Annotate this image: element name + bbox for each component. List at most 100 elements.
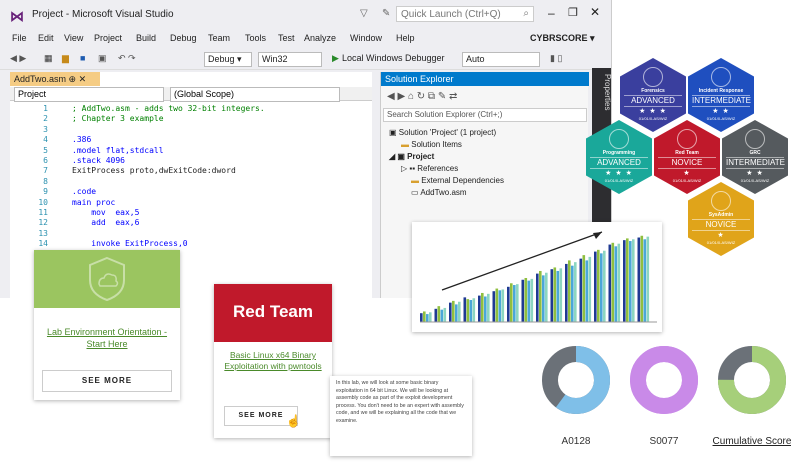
bar-s3-c12 — [603, 250, 606, 322]
badge-grc[interactable]: GRC INTERMEDIATE ★ ★ 01/01/0-AS/WIZ — [722, 120, 788, 194]
config-select[interactable]: Debug ▾ — [204, 52, 252, 67]
tree-solution-items[interactable]: ▬ Solution Items — [401, 140, 462, 149]
code-line: .stack 4096 — [72, 156, 125, 165]
tree-solution[interactable]: ▣ Solution 'Project' (1 project) — [389, 128, 496, 137]
global-scope-select[interactable]: (Global Scope) — [170, 87, 340, 102]
badge-level: INTERMEDIATE — [692, 95, 751, 107]
bar-s1-c12 — [597, 249, 600, 322]
badge-level: NOVICE — [692, 219, 750, 231]
tab-addtwo[interactable]: AddTwo.asm ⊕ ✕ — [10, 72, 100, 86]
toolbar-options-icon[interactable]: ▮ ▯ — [550, 53, 562, 64]
bar-s2-c12 — [600, 253, 603, 322]
bar-s0-c0 — [420, 313, 423, 322]
platform-select[interactable]: Win32 — [258, 52, 322, 67]
bar-s2-c14 — [629, 241, 632, 322]
bar-s0-c15 — [637, 237, 641, 322]
menu-test[interactable]: Test — [278, 33, 295, 43]
back-icon[interactable]: ◀ ▶ — [10, 53, 26, 64]
menu-help[interactable]: Help — [396, 33, 415, 43]
badge-date: 01/01/0-AS/WIZ — [706, 240, 736, 245]
badge-red-team[interactable]: Red Team NOVICE ★ 01/01/0-AS/WIZ — [654, 120, 720, 194]
bar-s1-c14 — [626, 238, 629, 322]
bar-s3-c0 — [429, 312, 432, 322]
lab-orientation-link[interactable]: Lab Environment Orientation - Start Here — [42, 326, 172, 350]
menu-analyze[interactable]: Analyze — [304, 33, 336, 43]
menu-build[interactable]: Build — [136, 33, 156, 43]
bar-s1-c1 — [437, 306, 441, 322]
bar-s3-c9 — [559, 268, 563, 322]
lab-see-more-button[interactable]: SEE MORE — [42, 370, 172, 392]
bar-s2-c2 — [455, 304, 458, 322]
badge-incident-response[interactable]: Incident Response INTERMEDIATE ★ ★ 01/01/0-… — [688, 58, 754, 132]
line-number: 6 — [43, 156, 48, 165]
badge-stars: ★ ★ — [746, 170, 764, 177]
bar-s1-c10 — [568, 260, 571, 322]
restore-icon[interactable]: ❐ — [568, 6, 578, 19]
tree-references[interactable]: ▷ ▪▪ References — [401, 164, 458, 173]
code-line: add eax,6 — [72, 218, 140, 228]
mode-select[interactable]: Auto — [462, 52, 540, 67]
editor-navbar: Project (Global Scope) — [10, 87, 372, 102]
menu-team[interactable]: Team — [208, 33, 230, 43]
mode-value: Auto — [466, 54, 485, 64]
close-icon[interactable]: ✕ — [590, 5, 600, 19]
menu-view[interactable]: View — [64, 33, 83, 43]
debugger-label[interactable]: Local Windows Debugger — [342, 53, 445, 63]
quick-launch-input[interactable]: Quick Launch (Ctrl+Q) ⌕ — [396, 6, 534, 22]
tree-addtwo-file[interactable]: ▭ AddTwo.asm — [411, 188, 467, 197]
new-project-icon[interactable]: ▦ — [44, 53, 53, 64]
bar-s3-c1 — [443, 307, 447, 322]
solution-explorer-toolbar[interactable]: ◀ ▶ ⌂ ↻ ⧉ ✎ ⇄ — [381, 87, 589, 107]
donut-fill — [630, 346, 698, 414]
save-all-icon[interactable]: ▣ — [98, 53, 107, 64]
start-icon[interactable]: ▶ — [332, 53, 339, 64]
badge-forensics[interactable]: Forensics ADVANCED ★ ★ ★ 01/01/0-AS/WIZ — [620, 58, 686, 132]
line-number: 5 — [43, 145, 48, 155]
undo-icon[interactable]: ↶ ↷ — [118, 53, 136, 64]
tree-solution-label: Solution 'Project' (1 project) — [398, 128, 497, 137]
open-icon[interactable]: ▆ — [62, 53, 69, 64]
bar-s3-c15 — [646, 236, 650, 322]
badge-level: ADVANCED — [624, 95, 682, 107]
menu-project[interactable]: Project — [94, 33, 122, 43]
menu-window[interactable]: Window — [350, 33, 382, 43]
donut-label[interactable]: Cumulative Score — [707, 436, 791, 447]
solution-search-input[interactable]: Search Solution Explorer (Ctrl+;) — [383, 108, 587, 122]
tree-project[interactable]: ◢ ▣ Project — [389, 152, 434, 161]
badge-date: 01/01/0-AS/WIZ — [740, 178, 770, 183]
bar-s0-c9 — [550, 269, 554, 322]
minimize-icon[interactable]: – — [548, 6, 555, 20]
menu-file[interactable]: File — [12, 33, 27, 43]
line-number: 2 — [43, 114, 48, 124]
menu-tools[interactable]: Tools — [245, 33, 266, 43]
badge-category: GRC — [749, 150, 761, 156]
bar-s2-c15 — [643, 239, 647, 322]
tree-addtwo-label: AddTwo.asm — [420, 188, 467, 197]
folder-icon: ▬ — [411, 176, 419, 185]
menu-debug[interactable]: Debug — [170, 33, 197, 43]
badge-sysadmin[interactable]: SysAdmin NOVICE ★ 01/01/0-AS/WIZ — [688, 182, 754, 256]
redteam-banner: Red Team — [214, 284, 332, 342]
menu-edit[interactable]: Edit — [38, 33, 54, 43]
badge-shield-icon — [711, 67, 731, 87]
bar-s0-c7 — [521, 279, 525, 322]
project-scope-select[interactable]: Project — [14, 87, 164, 102]
save-icon[interactable]: ■ — [80, 53, 85, 63]
code-line: .386 — [72, 135, 92, 145]
badge-category: SysAdmin — [708, 212, 734, 218]
bar-s0-c13 — [608, 244, 612, 322]
tree-solution-items-label: Solution Items — [411, 140, 462, 149]
badge-stars: ★ — [683, 170, 691, 177]
project-scope-value: Project — [18, 89, 47, 99]
user-account[interactable]: CYBRSCORE ▾ — [530, 33, 595, 44]
bar-s0-c5 — [492, 291, 496, 322]
tree-external-deps[interactable]: ▬ External Dependencies — [411, 176, 504, 185]
bar-s1-c2 — [452, 300, 455, 322]
line-number: 13 — [38, 228, 48, 238]
tree-external-deps-label: External Dependencies — [421, 176, 504, 185]
line-number: 1 — [43, 104, 48, 113]
filter-icon[interactable]: ▽ — [360, 8, 368, 19]
feedback-icon[interactable]: ✎ — [382, 8, 390, 19]
redteam-lab-link[interactable]: Basic Linux x64 Binary Exploitation with… — [220, 350, 326, 372]
bar-s2-c8 — [542, 275, 545, 322]
